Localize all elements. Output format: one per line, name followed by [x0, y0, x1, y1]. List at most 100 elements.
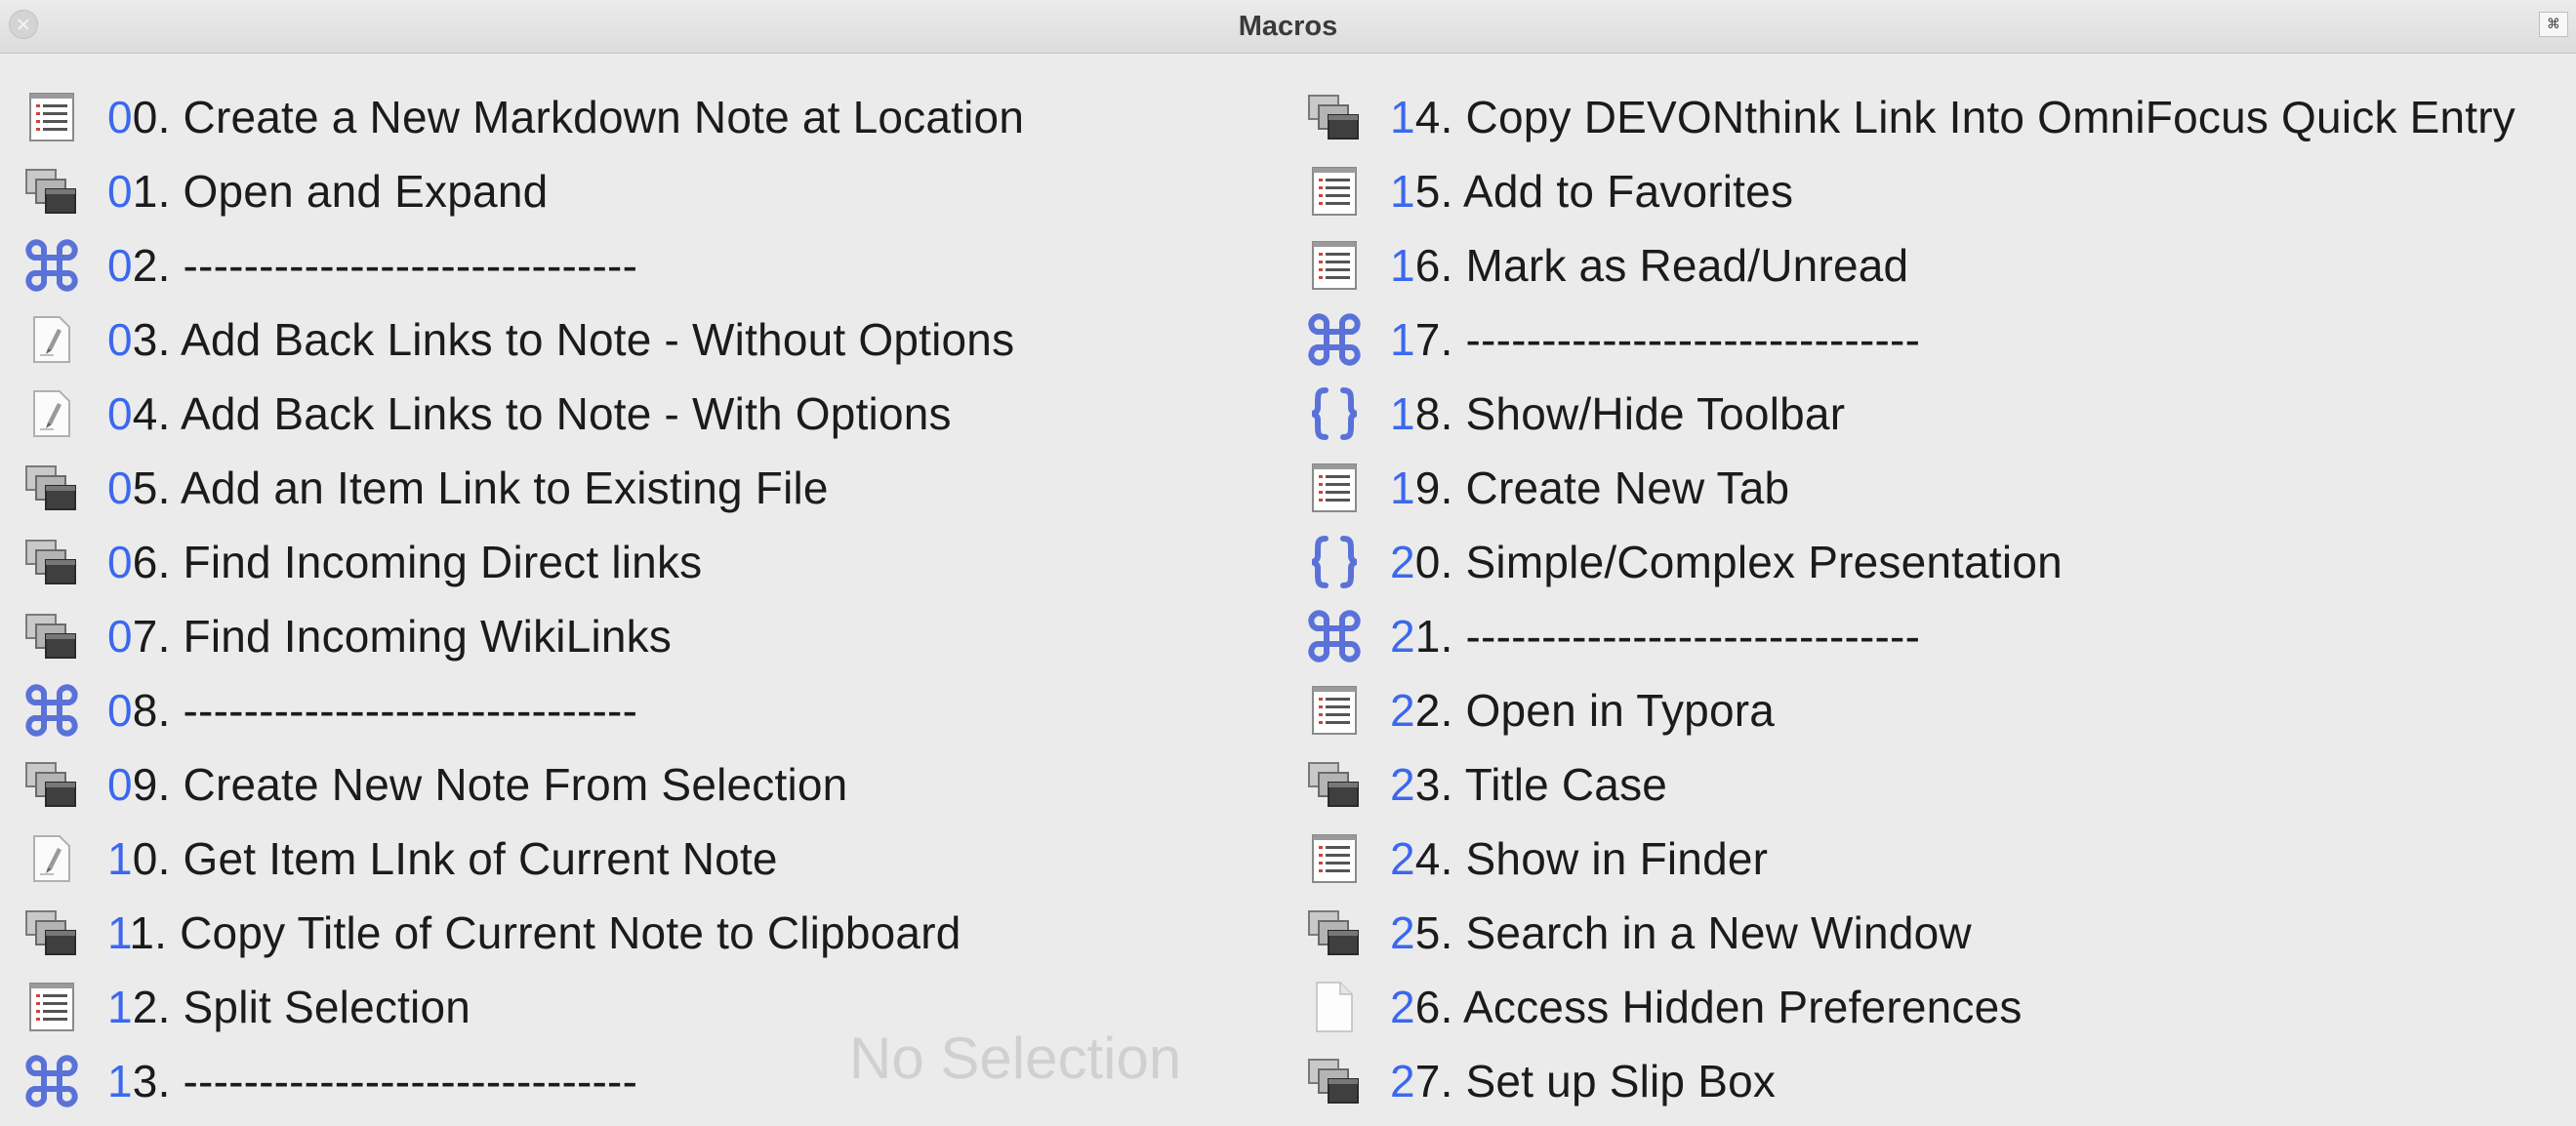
macro-shortcut-digit: 1 — [1390, 388, 1415, 439]
windows-icon — [23, 756, 80, 813]
macro-item[interactable]: 27. Set up Slip Box — [1306, 1044, 2515, 1118]
macro-item[interactable]: 16. Mark as Read/Unread — [1306, 228, 2515, 302]
macro-item[interactable]: 22. Open in Typora — [1306, 673, 2515, 747]
macro-item[interactable]: 25. Search in a New Window — [1306, 896, 2515, 970]
list-icon — [1306, 682, 1363, 739]
macro-item[interactable]: 19. Create New Tab — [1306, 451, 2515, 525]
macro-shortcut-digit: 2 — [1390, 982, 1415, 1032]
macro-item[interactable]: 26. Access Hidden Preferences — [1306, 970, 2515, 1044]
macro-name: 7. Set up Slip Box — [1414, 1056, 1777, 1106]
macro-label: 13. ------------------------------ — [107, 1055, 637, 1107]
macro-label: 22. Open in Typora — [1390, 684, 1775, 737]
macro-column-left: 00. Create a New Markdown Note at Locati… — [23, 80, 1024, 1118]
macro-name: 0. Get Item LInk of Current Note — [132, 833, 778, 884]
macro-shortcut-digit: 1 — [107, 1056, 133, 1106]
macro-item[interactable]: 14. Copy DEVONthink Link Into OmniFocus … — [1306, 80, 2515, 154]
macro-label: 03. Add Back Links to Note - Without Opt… — [107, 313, 1014, 366]
macro-shortcut-digit: 0 — [107, 611, 133, 662]
macro-shortcut-digit: 1 — [1390, 240, 1415, 291]
macro-item[interactable]: 02. ------------------------------ — [23, 228, 1024, 302]
macro-item[interactable]: 15. Add to Favorites — [1306, 154, 2515, 228]
windows-icon — [23, 905, 80, 961]
macro-name: 3. ------------------------------ — [132, 1056, 638, 1106]
macro-name: 2. ------------------------------ — [132, 240, 638, 291]
macro-item[interactable]: 20. Simple/Complex Presentation — [1306, 525, 2515, 599]
macro-item[interactable]: 01. Open and Expand — [23, 154, 1024, 228]
macro-label: 14. Copy DEVONthink Link Into OmniFocus … — [1390, 91, 2515, 143]
macro-name: 7. ------------------------------ — [1414, 314, 1921, 365]
macro-name: 0. Create a New Markdown Note at Locatio… — [132, 92, 1025, 142]
macro-shortcut-digit: 0 — [107, 240, 133, 291]
macro-label: 12. Split Selection — [107, 981, 470, 1033]
macro-item[interactable]: 17. ------------------------------ — [1306, 302, 2515, 377]
macro-item[interactable]: 05. Add an Item Link to Existing File — [23, 451, 1024, 525]
macro-item[interactable]: 03. Add Back Links to Note - Without Opt… — [23, 302, 1024, 377]
macro-item[interactable]: 09. Create New Note From Selection — [23, 747, 1024, 822]
macro-label: 04. Add Back Links to Note - With Option… — [107, 387, 952, 440]
script-icon — [23, 830, 80, 887]
macro-item[interactable]: 08. ------------------------------ — [23, 673, 1024, 747]
macro-item[interactable]: 21. ------------------------------ — [1306, 599, 2515, 673]
macro-shortcut-digit: 0 — [107, 92, 133, 142]
macro-name: 1. ------------------------------ — [1414, 611, 1921, 662]
macro-shortcut-digit: 2 — [1390, 1056, 1415, 1106]
macro-item[interactable]: 24. Show in Finder — [1306, 822, 2515, 896]
macro-label: 05. Add an Item Link to Existing File — [107, 462, 829, 514]
macro-name: 4. Copy DEVONthink Link Into OmniFocus Q… — [1414, 92, 2515, 142]
macro-shortcut-digit: 1 — [1390, 166, 1415, 217]
macro-label: 06. Find Incoming Direct links — [107, 536, 702, 588]
macro-shortcut-digit: 0 — [107, 759, 133, 810]
list-icon — [23, 89, 80, 145]
macro-item[interactable]: 11. Copy Title of Current Note to Clipbo… — [23, 896, 1024, 970]
windows-icon — [1306, 905, 1363, 961]
list-icon — [1306, 237, 1363, 294]
macro-shortcut-digit: 1 — [1390, 314, 1415, 365]
macro-item[interactable]: 07. Find Incoming WikiLinks — [23, 599, 1024, 673]
macro-label: 18. Show/Hide Toolbar — [1390, 387, 1845, 440]
macro-name: 9. Create New Note From Selection — [132, 759, 848, 810]
macro-label: 11. Copy Title of Current Note to Clipbo… — [107, 906, 961, 959]
macro-item[interactable]: 06. Find Incoming Direct links — [23, 525, 1024, 599]
command-icon[interactable]: ⌘ — [2539, 12, 2568, 37]
windows-icon — [1306, 756, 1363, 813]
macro-item[interactable]: 18. Show/Hide Toolbar — [1306, 377, 2515, 451]
macro-item[interactable]: 23. Title Case — [1306, 747, 2515, 822]
macro-label: 27. Set up Slip Box — [1390, 1055, 1776, 1107]
macro-label: 19. Create New Tab — [1390, 462, 1789, 514]
command-icon — [23, 237, 80, 294]
macro-item[interactable]: 12. Split Selection — [23, 970, 1024, 1044]
macro-item[interactable]: 04. Add Back Links to Note - With Option… — [23, 377, 1024, 451]
macro-name: 6. Find Incoming Direct links — [132, 537, 703, 587]
list-icon — [23, 979, 80, 1035]
macro-shortcut-digit: 2 — [1390, 759, 1415, 810]
macro-shortcut-digit: 1 — [107, 982, 133, 1032]
macro-column-right: 14. Copy DEVONthink Link Into OmniFocus … — [1306, 80, 2515, 1118]
macro-label: 21. ------------------------------ — [1390, 610, 1920, 663]
macro-item[interactable]: 13. ------------------------------ — [23, 1044, 1024, 1118]
macro-shortcut-digit: 2 — [1390, 685, 1415, 736]
macro-name: 2. Open in Typora — [1414, 685, 1776, 736]
macro-shortcut-digit: 2 — [1390, 833, 1415, 884]
macro-item[interactable]: 10. Get Item LInk of Current Note — [23, 822, 1024, 896]
macro-shortcut-digit: 0 — [107, 314, 133, 365]
list-icon — [1306, 830, 1363, 887]
macro-label: 02. ------------------------------ — [107, 239, 637, 292]
braces-icon — [1306, 385, 1363, 442]
macro-label: 16. Mark as Read/Unread — [1390, 239, 1908, 292]
macro-shortcut-digit: 2 — [1390, 611, 1415, 662]
windows-icon — [23, 163, 80, 220]
macro-name: 4. Show in Finder — [1414, 833, 1769, 884]
command-icon — [1306, 608, 1363, 664]
macro-name: 9. Create New Tab — [1414, 462, 1790, 513]
command-icon — [1306, 311, 1363, 368]
macro-item[interactable]: 00. Create a New Markdown Note at Locati… — [23, 80, 1024, 154]
macro-label: 08. ------------------------------ — [107, 684, 637, 737]
macro-name: 5. Add an Item Link to Existing File — [132, 462, 829, 513]
macro-name: 1. Copy Title of Current Note to Clipboa… — [129, 907, 961, 958]
windows-icon — [23, 608, 80, 664]
macro-palette: No Selection 00. Create a New Markdown N… — [0, 54, 2576, 1126]
macro-shortcut-digit: 1 — [107, 907, 130, 958]
macro-shortcut-digit: 1 — [1390, 92, 1415, 142]
macro-name: 8. ------------------------------ — [132, 685, 638, 736]
macro-label: 20. Simple/Complex Presentation — [1390, 536, 2063, 588]
